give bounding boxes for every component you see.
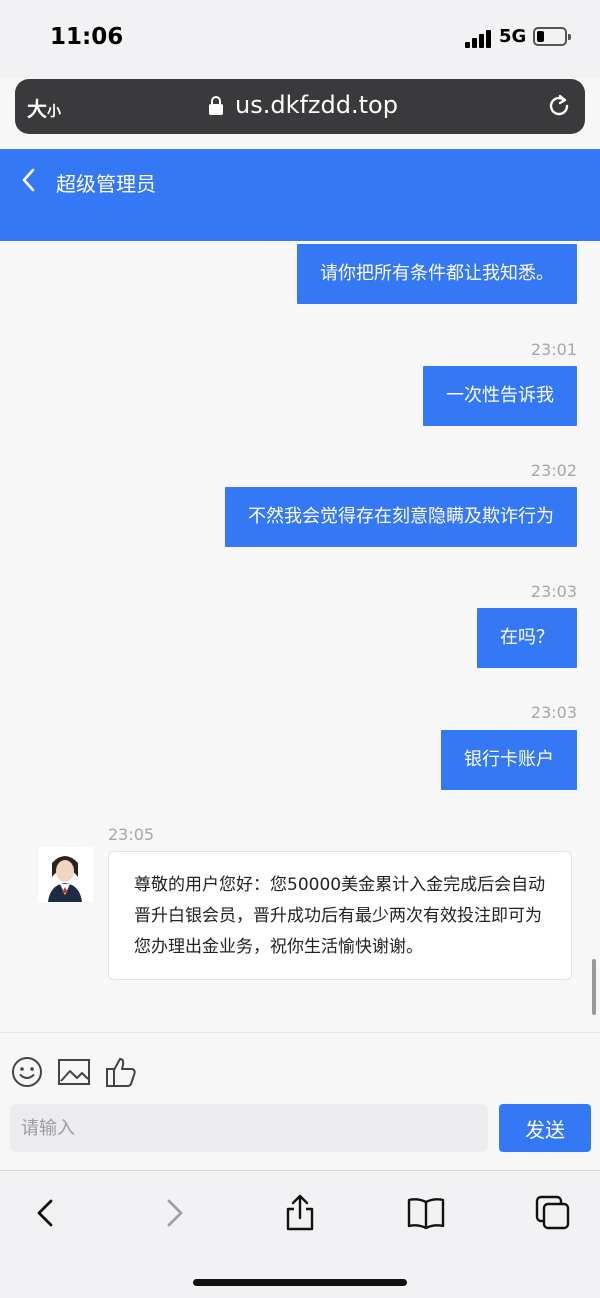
emoji-icon[interactable] xyxy=(10,1055,44,1089)
message-timestamp: 23:03 xyxy=(530,582,577,601)
signal-icon xyxy=(465,30,491,48)
lock-icon xyxy=(209,96,223,116)
message-bubble-out: 在吗？ xyxy=(477,608,577,668)
status-time: 11:06 xyxy=(50,24,124,50)
reload-icon[interactable] xyxy=(545,92,573,120)
home-indicator xyxy=(193,1279,407,1286)
send-button[interactable]: 发送 xyxy=(499,1104,591,1152)
message-timestamp: 23:01 xyxy=(530,340,577,359)
share-icon[interactable] xyxy=(280,1193,320,1233)
message-timestamp: 23:05 xyxy=(108,825,155,844)
page-title: 超级管理员 xyxy=(56,172,156,196)
thumbs-up-icon[interactable] xyxy=(104,1055,138,1089)
back-arrow-icon[interactable] xyxy=(25,1193,65,1233)
status-bar: 11:06 5G xyxy=(0,0,600,78)
tabs-icon[interactable] xyxy=(533,1193,573,1233)
message-bubble-out: 一次性告诉我 xyxy=(423,366,577,426)
message-bubble-out: 银行卡账户 xyxy=(441,730,577,790)
message-bubble-in: 尊敬的用户您好：您50000美金累计入金完成后会自动晋升白银会员，晋升成功后有最… xyxy=(108,851,572,980)
text-size-label: 大 xyxy=(27,97,47,121)
chat-scrollbar[interactable] xyxy=(592,959,596,1015)
url-domain[interactable]: us.dkfzdd.top xyxy=(235,91,398,119)
message-input[interactable] xyxy=(10,1104,488,1152)
browser-toolbar xyxy=(0,1170,600,1298)
composer: 发送 xyxy=(0,1032,600,1170)
forward-arrow-icon[interactable] xyxy=(155,1193,195,1233)
message-timestamp: 23:02 xyxy=(530,461,577,480)
chat-area[interactable]: 请你把所有条件都让我知悉。 23:01 一次性告诉我 23:02 不然我会觉得存… xyxy=(0,241,600,1031)
text-size-button[interactable]: 大小 xyxy=(27,93,61,122)
message-bubble-out: 不然我会觉得存在刻意隐瞒及欺诈行为 xyxy=(225,487,577,547)
image-icon[interactable] xyxy=(57,1055,91,1089)
bookmarks-icon[interactable] xyxy=(406,1193,446,1233)
message-bubble-out: 请你把所有条件都让我知悉。 xyxy=(297,244,577,304)
back-icon[interactable] xyxy=(18,167,40,193)
text-size-small-label: 小 xyxy=(47,104,61,120)
address-bar[interactable]: 大小 us.dkfzdd.top xyxy=(15,79,585,134)
message-timestamp: 23:03 xyxy=(530,703,577,722)
battery-icon xyxy=(533,27,571,46)
agent-avatar xyxy=(38,847,93,902)
app-header: 超级管理员 xyxy=(0,149,600,241)
network-type: 5G xyxy=(499,26,527,47)
